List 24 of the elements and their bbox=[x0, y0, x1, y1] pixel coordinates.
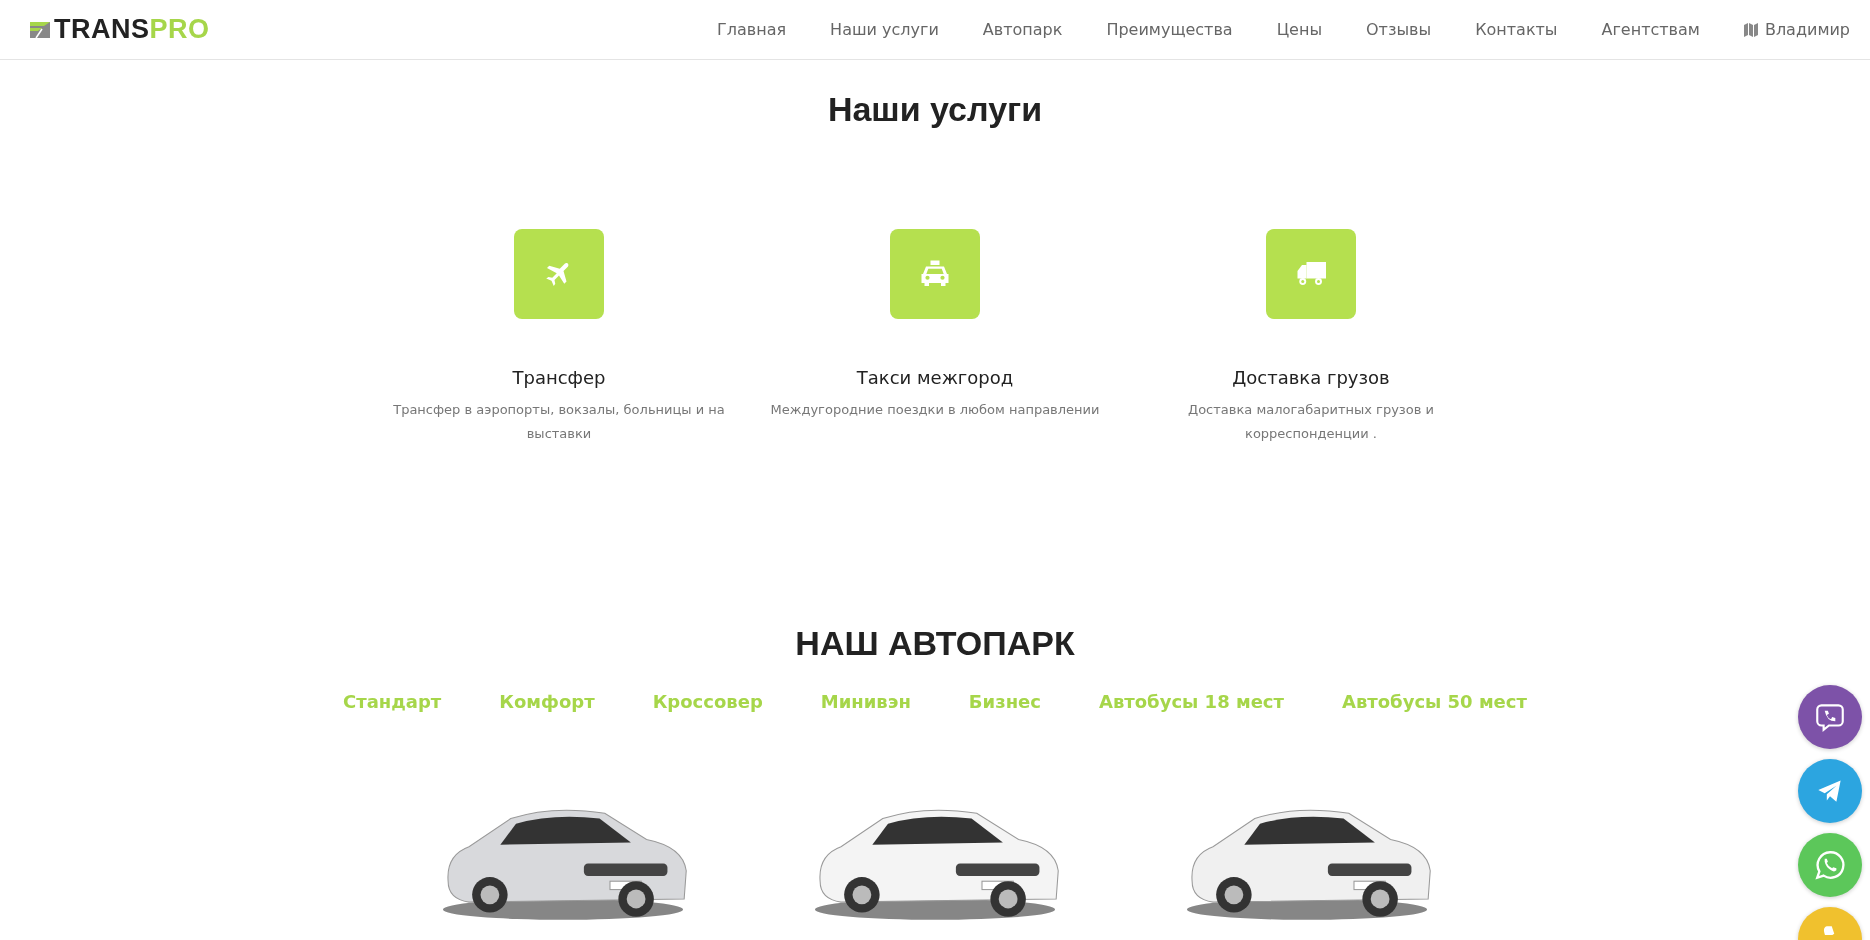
nav-link[interactable]: Главная bbox=[717, 20, 787, 39]
service-description: Трансфер в аэропорты, вокзалы, больницы и на выставки bbox=[392, 401, 726, 443]
section-title: Наши услуги bbox=[827, 90, 1043, 129]
nav-link[interactable]: Преимущества bbox=[1106, 20, 1233, 39]
nav-link[interactable]: Отзывы bbox=[1366, 20, 1432, 39]
telegram-button[interactable] bbox=[1798, 759, 1862, 823]
logo-text[interactable]: TRANSPRO bbox=[54, 14, 210, 45]
whatsapp-icon bbox=[1813, 848, 1847, 882]
nav-link[interactable]: Агентствам bbox=[1601, 20, 1700, 39]
nav-link[interactable]: Наши услуги bbox=[830, 20, 939, 39]
whatsapp-button[interactable] bbox=[1798, 833, 1862, 897]
service-title: Доставка грузов bbox=[1232, 367, 1390, 388]
nav-link[interactable]: Автопарк bbox=[982, 20, 1063, 39]
nav-link[interactable]: Контакты bbox=[1475, 20, 1558, 39]
service-title: Такси межгород bbox=[856, 367, 1014, 388]
service-description: Доставка малогабаритных грузов и корреспонденции . bbox=[1187, 401, 1435, 443]
city-link[interactable]: Владимир bbox=[1764, 20, 1850, 39]
service-title: Трансфер bbox=[512, 367, 606, 388]
service-description: Междугородние поездки в любом направлении bbox=[770, 401, 1100, 419]
nav-link[interactable]: Цены bbox=[1276, 20, 1322, 39]
viber-button[interactable] bbox=[1798, 685, 1862, 749]
map-icon bbox=[1743, 22, 1758, 37]
section-title: НАШ АВТОПАРК bbox=[795, 624, 1075, 663]
taxi-icon bbox=[920, 259, 950, 289]
